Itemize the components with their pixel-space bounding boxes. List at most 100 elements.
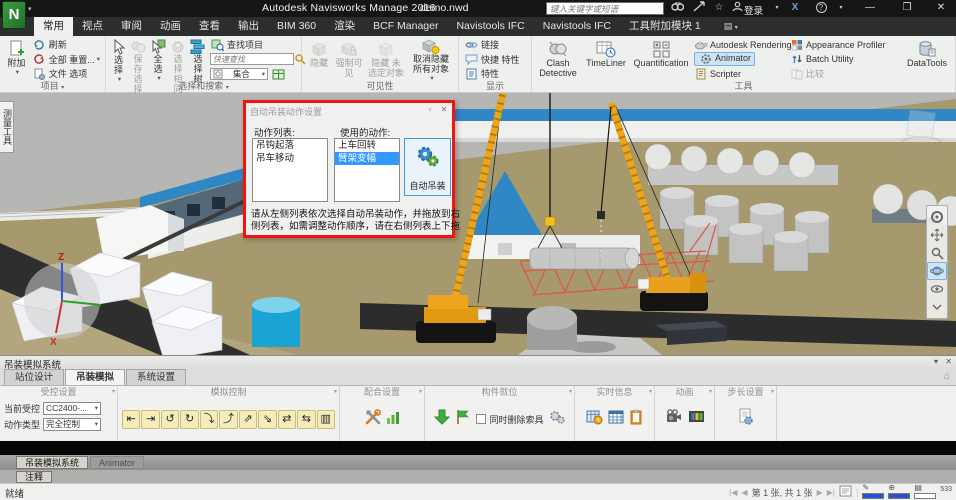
help-icon[interactable]: ? [812,1,830,15]
used-actions-listbox[interactable]: 上车回转 臂架变幅 [334,138,400,202]
ribbon-group-select-search-label[interactable]: 选择和搜索 ▾ [106,80,301,92]
tab-navistools-ifc-1[interactable]: Navistools IFC [447,17,533,36]
application-menu-dropdown-icon[interactable]: ▾ [28,5,32,13]
comment-tab[interactable]: 注释 [16,471,52,483]
tab-bcf-manager[interactable]: BCF Manager [364,17,447,36]
select-all-button[interactable]: 全 选 ▾ [149,38,167,80]
refresh-button[interactable]: 刷新 [32,38,100,51]
manage-sets-icon[interactable] [271,67,286,80]
sets-dropdown[interactable]: 集合 ▾ [210,68,268,80]
positioning-settings-gears-icon[interactable] [549,410,565,429]
animation-film-icon[interactable] [688,409,705,429]
appearance-profiler-button[interactable]: Appearance Profiler [789,38,886,51]
group-dropdown-icon[interactable]: ▾ [649,386,652,399]
animator-button[interactable]: Animator [694,52,755,66]
dialog-maximize-icon[interactable]: ▫ [424,104,436,116]
help-dropdown-icon[interactable]: ▾ [832,1,850,15]
dock-home-icon[interactable]: ⌂ [944,371,950,382]
dock-collapse-icon[interactable]: ▾ [934,357,938,366]
share-icon[interactable] [690,1,708,15]
dialog-close-icon[interactable]: ✕ [438,104,450,116]
dock-tab-system-settings[interactable]: 系统设置 [126,369,186,385]
save-selection-button[interactable]: 保存 选择 [129,38,147,80]
coordination-tools-icon[interactable] [364,408,382,431]
quick-properties-button[interactable]: 快捷 特性 [464,53,526,66]
minimize-button[interactable]: — [856,0,884,16]
tab-bim360[interactable]: BIM 360 [268,17,325,36]
tab-view[interactable]: 查看 [190,17,229,36]
list-item[interactable]: 吊钩起落 [253,139,327,152]
current-controlled-select[interactable]: CC2400-...▾ [43,402,101,415]
quantification-button[interactable]: Quantification [632,38,690,80]
panel-tab-animator[interactable]: Animator [90,456,144,469]
sign-in-dropdown-icon[interactable]: ▾ [768,1,786,15]
auto-hoist-button[interactable]: 自动吊装 [404,138,451,196]
tab-render[interactable]: 渲染 [325,17,364,36]
checkbox-box[interactable] [476,414,486,424]
realtime-clock-icon[interactable] [586,409,603,430]
sim-control-button[interactable]: ↻ [180,410,198,429]
autodesk-rendering-button[interactable]: Autodesk Rendering [693,38,792,51]
zoom-icon[interactable] [927,244,947,262]
sheet-next-button[interactable]: ▶ [817,488,823,497]
tab-output[interactable]: 输出 [229,17,268,36]
unhide-all-button[interactable]: 取消隐藏 所有对象 ▾ [408,38,454,80]
sign-in-button[interactable]: 登录 [744,3,763,17]
sheet-browser-icon[interactable] [839,485,852,499]
hide-unselected-button[interactable]: 隐藏 未选定对象 [366,38,406,80]
dock-panel-title-bar[interactable]: 吊装模拟系统 ▾ ✕ [0,355,956,369]
sheet-first-button[interactable]: |◀ [729,488,737,497]
group-dropdown-icon[interactable]: ▾ [334,386,337,399]
maximize-button[interactable]: ❐ [893,0,921,16]
tab-navistools-ifc-2[interactable]: Navistools IFC [534,17,620,36]
sheet-last-button[interactable]: ▶| [827,488,835,497]
viewcube[interactable] [896,105,946,155]
links-button[interactable]: 链接 [464,38,526,51]
require-button[interactable]: 强制可见 [334,38,364,80]
realtime-calendar-icon[interactable] [608,409,624,430]
group-dropdown-icon[interactable]: ▾ [569,386,572,399]
favorites-star-icon[interactable]: ☆ [710,1,728,15]
sim-control-button[interactable]: ⇗ [239,410,257,429]
hide-button[interactable]: 隐藏 [306,38,332,80]
append-button[interactable]: 附加 ▾ [4,38,29,80]
place-component-icon[interactable] [434,409,450,430]
application-menu-button[interactable]: N [2,1,26,29]
dock-close-icon[interactable]: ✕ [945,357,952,366]
realtime-clipboard-icon[interactable] [629,409,643,430]
close-button[interactable]: ✕ [927,0,955,16]
action-type-select[interactable]: 完全控制▾ [43,418,101,431]
tab-review[interactable]: 审阅 [112,17,151,36]
navbar-more-icon[interactable] [927,298,947,316]
tab-tool-addins[interactable]: 工具附加模块 1 [620,17,710,36]
finish-flag-icon[interactable] [455,409,471,430]
dock-tab-station-design[interactable]: 站位设计 [4,369,64,385]
look-around-icon[interactable] [927,280,947,298]
list-item[interactable]: 吊车移动 [253,152,327,165]
group-dropdown-icon[interactable]: ▾ [771,386,774,399]
tab-animation[interactable]: 动画 [151,17,190,36]
viewport-3d-scene[interactable]: Z X [0,93,956,355]
select-same-button[interactable]: 选择 相同对象 [169,38,187,80]
list-item-selected[interactable]: 臂架变幅 [335,152,399,165]
dialog-title[interactable]: 自动吊装动作设置 [246,103,452,118]
measure-tools-tab[interactable]: 测量工具 [0,101,14,153]
help-search-input[interactable] [546,2,664,15]
scripter-button[interactable]: Scripter [693,67,741,80]
quick-find-input[interactable] [210,53,294,65]
selection-tree-button[interactable]: 选择 树 [189,38,207,80]
datatools-button[interactable]: DataTools [903,38,951,80]
compare-button[interactable]: 比较 [789,67,824,80]
group-dropdown-icon[interactable]: ▾ [709,386,712,399]
reset-all-button[interactable]: 全部 重置... ▾ [32,53,100,66]
batch-utility-button[interactable]: Batch Utility [789,53,854,66]
select-button[interactable]: 选择 ▾ [110,38,127,80]
animation-camera-icon[interactable] [665,409,683,429]
ribbon-collapse-button[interactable]: ▤ ▾ [724,17,738,36]
find-items-button[interactable]: 查找项目 [210,38,306,51]
search-binoculars-icon[interactable] [668,1,686,15]
clash-detective-button[interactable]: Clash Detective [536,38,580,80]
sim-control-button[interactable]: ⇤ [122,410,140,429]
orbit-icon[interactable] [927,262,947,280]
file-options-button[interactable]: 文件 选项 [32,67,100,80]
